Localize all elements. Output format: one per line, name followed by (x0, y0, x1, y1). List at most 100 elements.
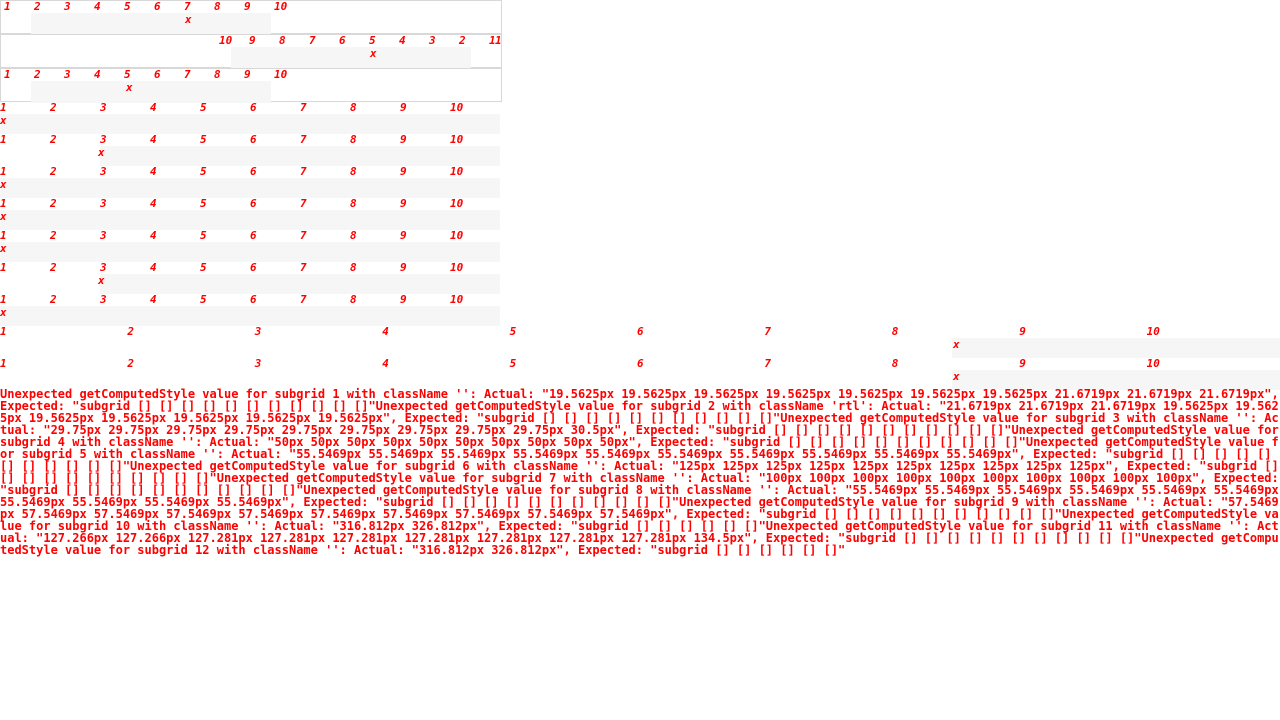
grid-line-number: 7 (300, 261, 307, 274)
grid-line-number: 9 (400, 165, 407, 178)
grid-line-number: 6 (339, 34, 346, 47)
grid-line-number: 7 (309, 34, 316, 47)
grid-line-number: 4 (94, 0, 101, 13)
grid-line-number: 5 (124, 0, 131, 13)
grid-line-number: 4 (150, 165, 157, 178)
grid-line-number: 7 (184, 0, 191, 13)
grid-item-band (0, 210, 500, 230)
grid-item-band (0, 114, 500, 134)
grid-line-number: 2 (459, 34, 466, 47)
grid-line-number: 9 (400, 101, 407, 114)
grid-line-number: 10 (450, 197, 464, 210)
grid-item-band (0, 178, 500, 198)
grid-line-number: 6 (154, 0, 161, 13)
grid-line-number: 2 (50, 261, 57, 274)
grid-item-band (952, 338, 1280, 358)
grid-line-number: 8 (350, 133, 357, 146)
subgrid-test-row: 1 2 3 4 5 6 7 8 9 10 x (0, 198, 502, 230)
grid-line-number: 5 (200, 197, 207, 210)
grid-item-marker: x (0, 210, 7, 223)
grid-line-number: 2 (50, 133, 57, 146)
subgrid-test-row: 1 2 3 4 5 6 7 8 9 10 x (0, 0, 502, 35)
grid-item-marker: x (0, 306, 7, 319)
grid-line-number: 3 (100, 133, 107, 146)
grid-line-number: 10 (450, 229, 464, 242)
grid-line-number: 5 (200, 165, 207, 178)
grid-line-number: 2 (50, 165, 57, 178)
grid-line-number: 1 (4, 68, 11, 81)
grid-line-number: 7 (300, 101, 307, 114)
grid-item-band (231, 47, 471, 69)
grid-item-band (31, 13, 271, 35)
grid-line-number: 1 (0, 325, 7, 338)
grid-line-number: 3 (100, 261, 107, 274)
grid-line-number: 1 (0, 197, 7, 210)
grid-line-number: 1 (4, 0, 11, 13)
grid-line-number: 4 (382, 325, 389, 338)
grid-line-number: 10 (450, 165, 464, 178)
grid-item-band (0, 306, 500, 326)
grid-line-number: 6 (250, 165, 257, 178)
grid-item-marker: x (953, 370, 960, 383)
grid-line-number: 4 (399, 34, 406, 47)
grid-line-number: 9 (244, 0, 251, 13)
subgrid-test-row: 10 9 8 7 6 5 4 3 2 1 1 x (0, 34, 502, 69)
grid-item-band (100, 274, 500, 294)
grid-line-number: 8 (214, 0, 221, 13)
grid-line-number: 8 (279, 34, 286, 47)
grid-line-number: 2 (127, 325, 135, 338)
subgrid-test-row: 1 2 3 4 5 6 7 8 9 10 x (0, 326, 1280, 358)
grid-line-number: 6 (250, 293, 257, 306)
subgrid-test-row: 1 2 3 4 5 6 7 8 9 10 x (0, 230, 502, 262)
grid-line-number: 1 (0, 165, 7, 178)
grid-line-number: 4 (150, 101, 157, 114)
grid-line-number: 9 (249, 34, 256, 47)
grid-line-number: 4 (94, 68, 101, 81)
grid-line-number: 6 (250, 261, 257, 274)
grid-line-number: 3 (100, 229, 107, 242)
grid-line-number: 4 (150, 133, 157, 146)
grid-line-number: 5 (509, 325, 517, 338)
grid-line-number: 8 (891, 325, 899, 338)
grid-line-number: 2 (50, 293, 57, 306)
grid-line-number: 2 (50, 197, 57, 210)
grid-line-number: 6 (250, 229, 257, 242)
grid-line-number: 5 (509, 357, 517, 370)
grid-line-number: 7 (300, 293, 307, 306)
grid-line-number: 1 (0, 293, 7, 306)
grid-line-number: 7 (300, 133, 307, 146)
grid-item-marker: x (126, 81, 133, 94)
grid-line-number: 5 (200, 101, 207, 114)
grid-line-number: 4 (150, 261, 157, 274)
grid-line-number: 9 (1019, 357, 1026, 370)
grid-line-number: 5 (200, 261, 207, 274)
grid-line-number: 4 (150, 229, 157, 242)
grid-item-marker: x (370, 47, 377, 60)
grid-line-number: 5 (369, 34, 376, 47)
grid-line-number: 1 (0, 101, 7, 114)
grid-item-marker: x (0, 114, 7, 127)
grid-line-number: 8 (350, 165, 357, 178)
subgrid-test-row: 1 2 3 4 5 6 7 8 9 10 x (0, 294, 502, 326)
grid-line-number: 9 (400, 293, 407, 306)
grid-line-number: 3 (429, 34, 436, 47)
grid-line-number: 6 (154, 68, 161, 81)
grid-line-number: 10 (450, 261, 464, 274)
grid-line-number: 6 (637, 325, 644, 338)
grid-line-number: 5 (200, 229, 207, 242)
grid-line-number: 6 (637, 357, 644, 370)
subgrid-test-row: 1 2 3 4 5 6 7 8 9 10 x (0, 166, 502, 198)
grid-line-number: 10 (1146, 357, 1160, 370)
grid-line-number: 3 (100, 101, 107, 114)
grid-line-number: 2 (34, 0, 41, 13)
grid-line-number: 10 (450, 293, 464, 306)
subgrid-test-row: 1 2 3 4 5 6 7 8 9 10 x (0, 262, 502, 294)
grid-line-number: 9 (244, 68, 251, 81)
grid-line-number: 6 (250, 101, 257, 114)
subgrid-test-row: 1 2 3 4 5 6 7 8 9 10 x (0, 134, 502, 166)
grid-line-number: 8 (350, 261, 357, 274)
grid-line-number: 8 (350, 197, 357, 210)
grid-line-number: 10 (1146, 325, 1160, 338)
grid-line-number: 5 (200, 133, 207, 146)
subgrid-test-row: 1 2 3 4 5 6 7 8 9 10 x (0, 68, 502, 103)
